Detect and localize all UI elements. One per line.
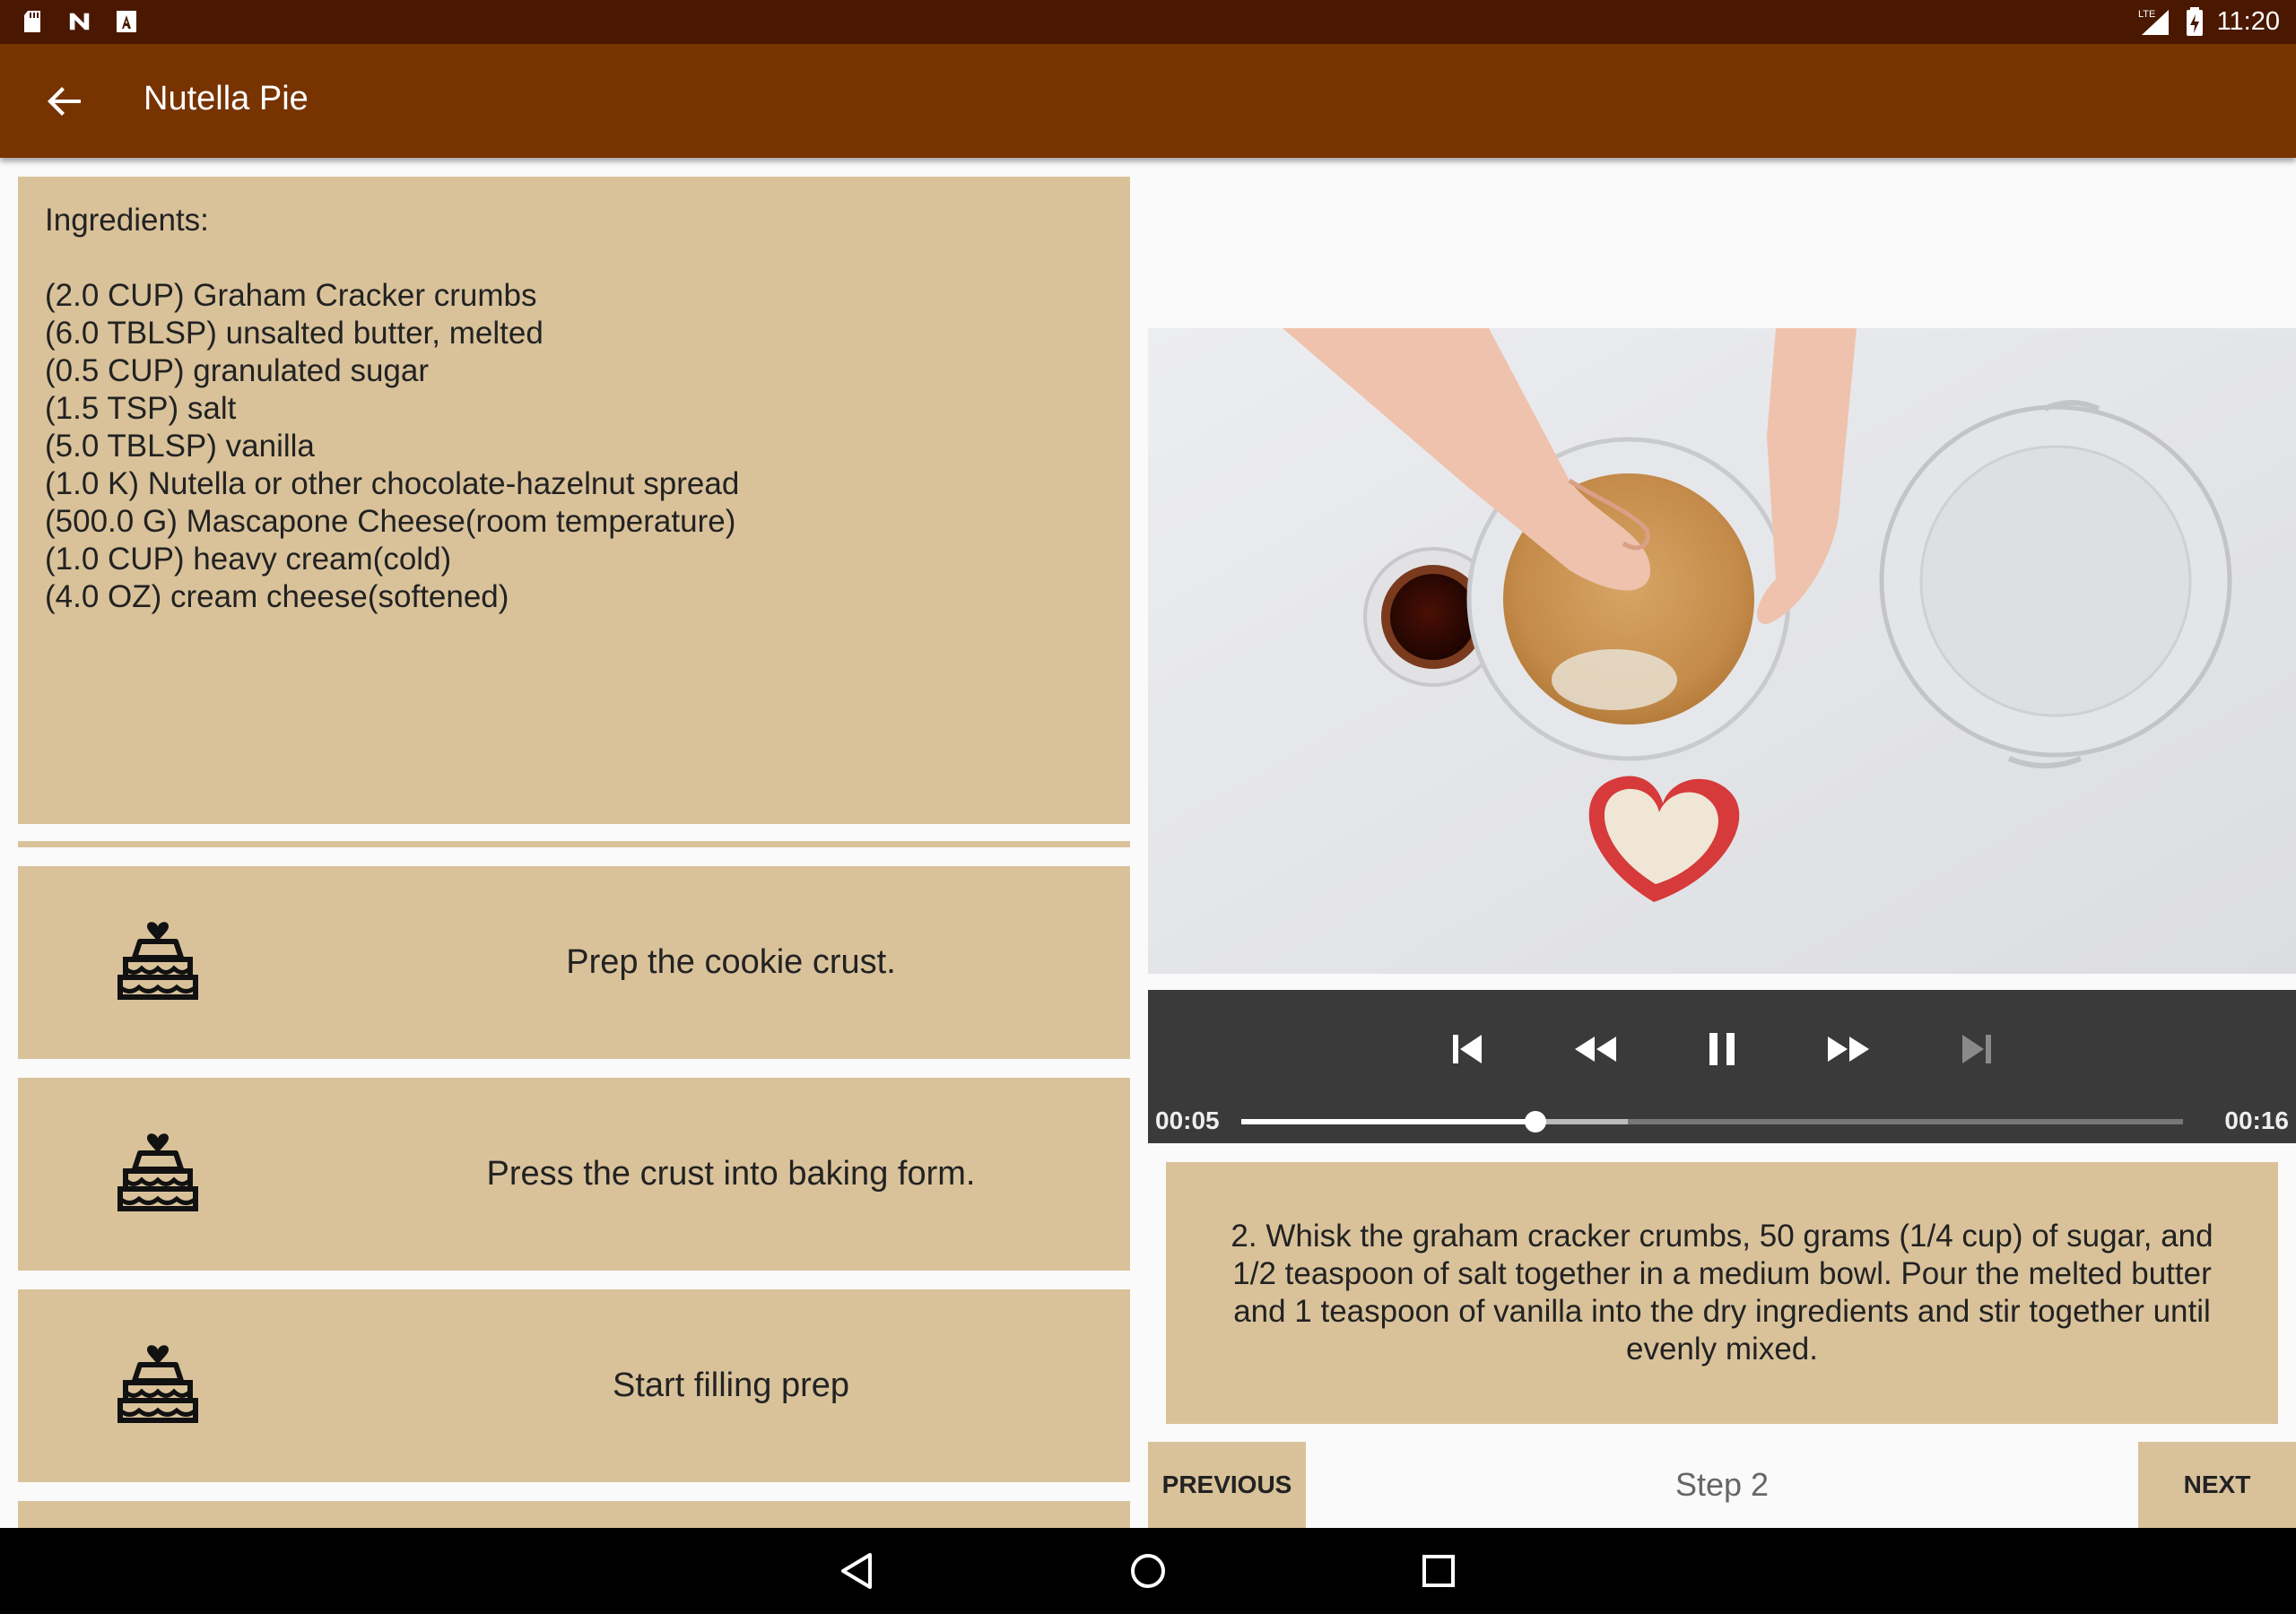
video-frame bbox=[1148, 328, 2296, 974]
seek-progress bbox=[1241, 1119, 1536, 1124]
recents-square-icon[interactable] bbox=[1415, 1548, 1462, 1594]
ingredient-item: (1.0 CUP) heavy cream(cold) bbox=[45, 542, 452, 577]
seek-bar[interactable] bbox=[1241, 1111, 2183, 1132]
svg-text:LTE: LTE bbox=[2138, 9, 2155, 20]
ingredients-card: Ingredients: (2.0 CUP) Graham Cracker cr… bbox=[18, 177, 1130, 824]
app-bar: Nutella Pie bbox=[0, 44, 2296, 158]
ingredient-item: (4.0 OZ) cream cheese(softened) bbox=[45, 579, 509, 614]
ingredient-item: (5.0 TBLSP) vanilla bbox=[45, 429, 315, 464]
elapsed-time: 00:05 bbox=[1155, 1106, 1220, 1134]
rewind-icon[interactable] bbox=[1568, 1022, 1622, 1076]
ingredient-item: (0.5 CUP) granulated sugar bbox=[45, 353, 429, 388]
previous-button[interactable]: PREVIOUS bbox=[1148, 1442, 1306, 1528]
n-logo-icon bbox=[69, 13, 90, 30]
system-nav-bar bbox=[0, 1528, 2296, 1614]
cake-icon bbox=[117, 1133, 198, 1211]
skip-next-icon[interactable] bbox=[1950, 1022, 2004, 1076]
seek-thumb[interactable] bbox=[1525, 1111, 1547, 1132]
video-player-surface[interactable] bbox=[1148, 328, 2296, 974]
skip-previous-icon[interactable] bbox=[1440, 1022, 1494, 1076]
step-description: 2. Whisk the graham cracker crumbs, 50 g… bbox=[1231, 1219, 2213, 1367]
signal-lte-icon: LTE bbox=[2138, 9, 2169, 35]
media-controls: 00:05 00:16 bbox=[1148, 990, 2296, 1143]
ingredient-item: (1.5 TSP) salt bbox=[45, 391, 237, 426]
step-list-item[interactable]: Press the crust into baking form. bbox=[18, 1078, 1130, 1271]
arrow-back-icon[interactable] bbox=[39, 76, 90, 126]
a-letter-icon bbox=[117, 11, 136, 32]
ingredient-item: (500.0 G) Mascapone Cheese(room temperat… bbox=[45, 504, 736, 539]
pause-icon[interactable] bbox=[1695, 1022, 1749, 1076]
sd-card-icon bbox=[24, 11, 40, 32]
ingredient-item: (2.0 CUP) Graham Cracker crumbs bbox=[45, 278, 537, 313]
next-button[interactable]: NEXT bbox=[2138, 1442, 2296, 1528]
cake-icon bbox=[117, 1345, 198, 1423]
status-left-icons bbox=[22, 9, 138, 34]
step-description-card: 2. Whisk the graham cracker crumbs, 50 g… bbox=[1166, 1162, 2278, 1424]
step-list-item-partial[interactable] bbox=[18, 1501, 1130, 1528]
ingredients-list: (2.0 CUP) Graham Cracker crumbs (6.0 TBL… bbox=[45, 277, 1103, 616]
step-label: Press the crust into baking form. bbox=[486, 1155, 976, 1193]
step-indicator: Step 2 bbox=[1674, 1466, 1770, 1503]
duration-time: 00:16 bbox=[2224, 1106, 2289, 1134]
ingredient-item: (1.0 K) Nutella or other chocolate-hazel… bbox=[45, 466, 740, 501]
cake-icon bbox=[117, 922, 198, 1000]
clock: 11:20 bbox=[2216, 6, 2280, 36]
step-label: Start filling prep bbox=[612, 1367, 849, 1404]
step-label: Prep the cookie crust. bbox=[566, 943, 896, 981]
home-circle-icon[interactable] bbox=[1125, 1548, 1171, 1594]
back-triangle-icon[interactable] bbox=[834, 1548, 881, 1594]
fast-forward-icon[interactable] bbox=[1822, 1022, 1876, 1076]
step-list-item[interactable]: Start filling prep bbox=[18, 1289, 1130, 1482]
battery-charging-icon bbox=[2186, 7, 2203, 36]
ingredient-item: (6.0 TBLSP) unsalted butter, melted bbox=[45, 316, 544, 351]
page-title: Nutella Pie bbox=[144, 80, 309, 117]
step-list-item[interactable]: Prep the cookie crust. bbox=[18, 866, 1130, 1059]
status-right-icons: LTE 11:20 bbox=[2136, 4, 2280, 39]
ingredients-heading: Ingredients: bbox=[45, 203, 209, 238]
status-bar: LTE 11:20 bbox=[0, 0, 2296, 44]
divider bbox=[18, 841, 1130, 847]
